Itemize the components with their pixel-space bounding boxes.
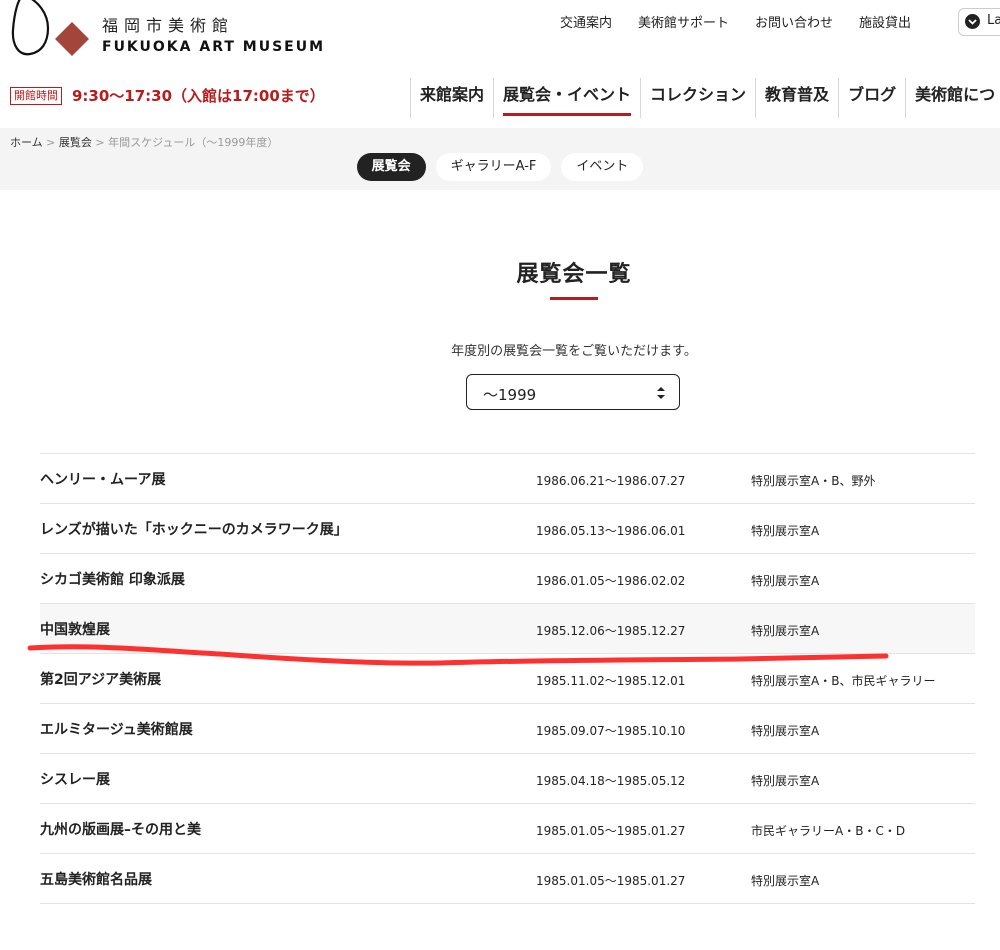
breadcrumb-separator: > — [95, 136, 105, 149]
table-row[interactable]: エルミタージュ美術館展 1985.09.07～1985.10.10 特別展示室A — [40, 704, 975, 754]
exhibition-title[interactable]: 第2回アジア美術展 — [40, 669, 161, 689]
language-selector[interactable]: La — [958, 8, 1000, 36]
exhibition-venue: 特別展示室A — [751, 524, 820, 538]
logo-japanese-name: 福岡市美術館 — [102, 16, 235, 35]
util-link-rental[interactable]: 施設貸出 — [859, 12, 911, 31]
year-select[interactable]: ～1999 — [466, 374, 680, 410]
main-nav-visit[interactable]: 来館案内 — [410, 78, 493, 118]
breadcrumb-current: 年間スケジュール（～1999年度） — [108, 136, 279, 149]
breadcrumb: ホーム > 展覧会 > 年間スケジュール（～1999年度） — [10, 134, 278, 150]
util-link-access[interactable]: 交通案内 — [560, 12, 612, 31]
museum-logo-icon[interactable] — [8, 0, 98, 66]
exhibition-period: 1985.09.07～1985.10.10 — [536, 724, 686, 738]
main-nav-education[interactable]: 教育普及 — [755, 78, 838, 118]
table-row[interactable]: シカゴ美術館 印象派展 1986.01.05～1986.02.02 特別展示室A — [40, 554, 975, 604]
table-row[interactable]: 第2回アジア美術展 1985.11.02～1985.12.01 特別展示室A・B… — [40, 654, 975, 704]
exhibition-title[interactable]: レンズが描いた「ホックニーのカメラワーク展」 — [40, 519, 348, 539]
exhibition-period: 1985.01.05～1985.01.27 — [536, 824, 686, 838]
exhibition-title[interactable]: 五島美術館名品展 — [40, 869, 152, 889]
main-nav: 来館案内 展覧会・イベント コレクション 教育普及 ブログ 美術館につ — [410, 78, 1000, 118]
exhibition-title[interactable]: ヘンリー・ムーア展 — [40, 469, 165, 489]
exhibition-venue: 特別展示室A — [751, 574, 820, 588]
exhibition-period: 1985.12.06～1985.12.27 — [536, 624, 686, 638]
main-nav-collection[interactable]: コレクション — [640, 78, 755, 118]
breadcrumb-home[interactable]: ホーム — [10, 136, 43, 149]
exhibition-period: 1985.04.18～1985.05.12 — [536, 774, 686, 788]
table-row[interactable]: 中国敦煌展 1985.12.06～1985.12.27 特別展示室A — [40, 604, 975, 654]
exhibition-period: 1986.01.05～1986.02.02 — [536, 574, 686, 588]
exhibition-period: 1985.11.02～1985.12.01 — [536, 674, 686, 688]
table-row[interactable]: 九州の版画展–その用と美 1985.01.05～1985.01.27 市民ギャラ… — [40, 804, 975, 854]
util-link-contact[interactable]: お問い合わせ — [755, 12, 833, 31]
language-label: La — [987, 13, 1000, 28]
table-row[interactable]: シスレー展 1985.04.18～1985.05.12 特別展示室A — [40, 754, 975, 804]
exhibition-title[interactable]: エルミタージュ美術館展 — [40, 719, 193, 739]
logo-english-name: FUKUOKA ART MUSEUM — [102, 39, 326, 55]
sub-bar: ホーム > 展覧会 > 年間スケジュール（～1999年度） 展覧会 ギャラリーA… — [0, 128, 1000, 190]
page-title: 展覧会一覧 — [516, 262, 632, 287]
table-row[interactable]: 五島美術館名品展 1985.01.05～1985.01.27 特別展示室A — [40, 854, 975, 904]
hours-badge: 開館時間 — [10, 87, 62, 105]
table-row[interactable]: レンズが描いた「ホックニーのカメラワーク展」 1986.05.13～1986.0… — [40, 504, 975, 554]
exhibition-venue: 市民ギャラリーA・B・C・D — [751, 824, 906, 838]
table-row[interactable]: ヘンリー・ムーア展 1986.06.21～1986.07.27 特別展示室A・B… — [40, 454, 975, 504]
utility-nav: 交通案内 美術館サポート お問い合わせ 施設貸出 — [560, 12, 937, 31]
title-underline — [550, 297, 598, 300]
exhibition-venue: 特別展示室A・B、市民ギャラリー — [751, 674, 936, 688]
year-select-value: ～1999 — [483, 386, 537, 404]
tab-exhibitions[interactable]: 展覧会 — [356, 153, 426, 181]
exhibition-period: 1986.06.21～1986.07.27 — [536, 474, 686, 488]
breadcrumb-exhibitions[interactable]: 展覧会 — [59, 136, 92, 149]
exhibition-venue: 特別展示室A — [751, 724, 820, 738]
exhibition-title[interactable]: 九州の版画展–その用と美 — [40, 819, 201, 839]
breadcrumb-separator: > — [46, 136, 56, 149]
intro-text: 年度別の展覧会一覧をご覧いただけます。 — [451, 344, 697, 359]
exhibition-venue: 特別展示室A — [751, 774, 820, 788]
main-nav-about[interactable]: 美術館につ — [905, 78, 1000, 118]
select-arrows-icon — [657, 387, 665, 399]
tab-gallery-a-f[interactable]: ギャラリーA-F — [435, 153, 552, 181]
main-nav-blog[interactable]: ブログ — [838, 78, 905, 118]
util-link-support[interactable]: 美術館サポート — [638, 12, 729, 31]
exhibition-period: 1986.05.13～1986.06.01 — [536, 524, 686, 538]
hours-text: 9:30～17:30（入館は17:00まで） — [72, 87, 325, 105]
exhibition-venue: 特別展示室A・B、野外 — [751, 474, 876, 488]
exhibition-venue: 特別展示室A — [751, 874, 820, 888]
exhibition-title[interactable]: シカゴ美術館 印象派展 — [40, 569, 185, 589]
site-header: 福岡市美術館 FUKUOKA ART MUSEUM 交通案内 美術館サポート お… — [0, 0, 1000, 128]
main-nav-exhibitions-events[interactable]: 展覧会・イベント — [493, 78, 640, 118]
exhibition-list: ヘンリー・ムーア展 1986.06.21～1986.07.27 特別展示室A・B… — [40, 453, 975, 904]
exhibition-venue: 特別展示室A — [751, 624, 820, 638]
exhibition-period: 1985.01.05～1985.01.27 — [536, 874, 686, 888]
tab-events[interactable]: イベント — [561, 153, 644, 181]
category-tabs: 展覧会 ギャラリーA-F イベント — [0, 153, 1000, 181]
exhibition-title[interactable]: シスレー展 — [40, 769, 110, 789]
chevron-down-icon — [965, 14, 980, 29]
exhibition-title[interactable]: 中国敦煌展 — [40, 619, 110, 639]
